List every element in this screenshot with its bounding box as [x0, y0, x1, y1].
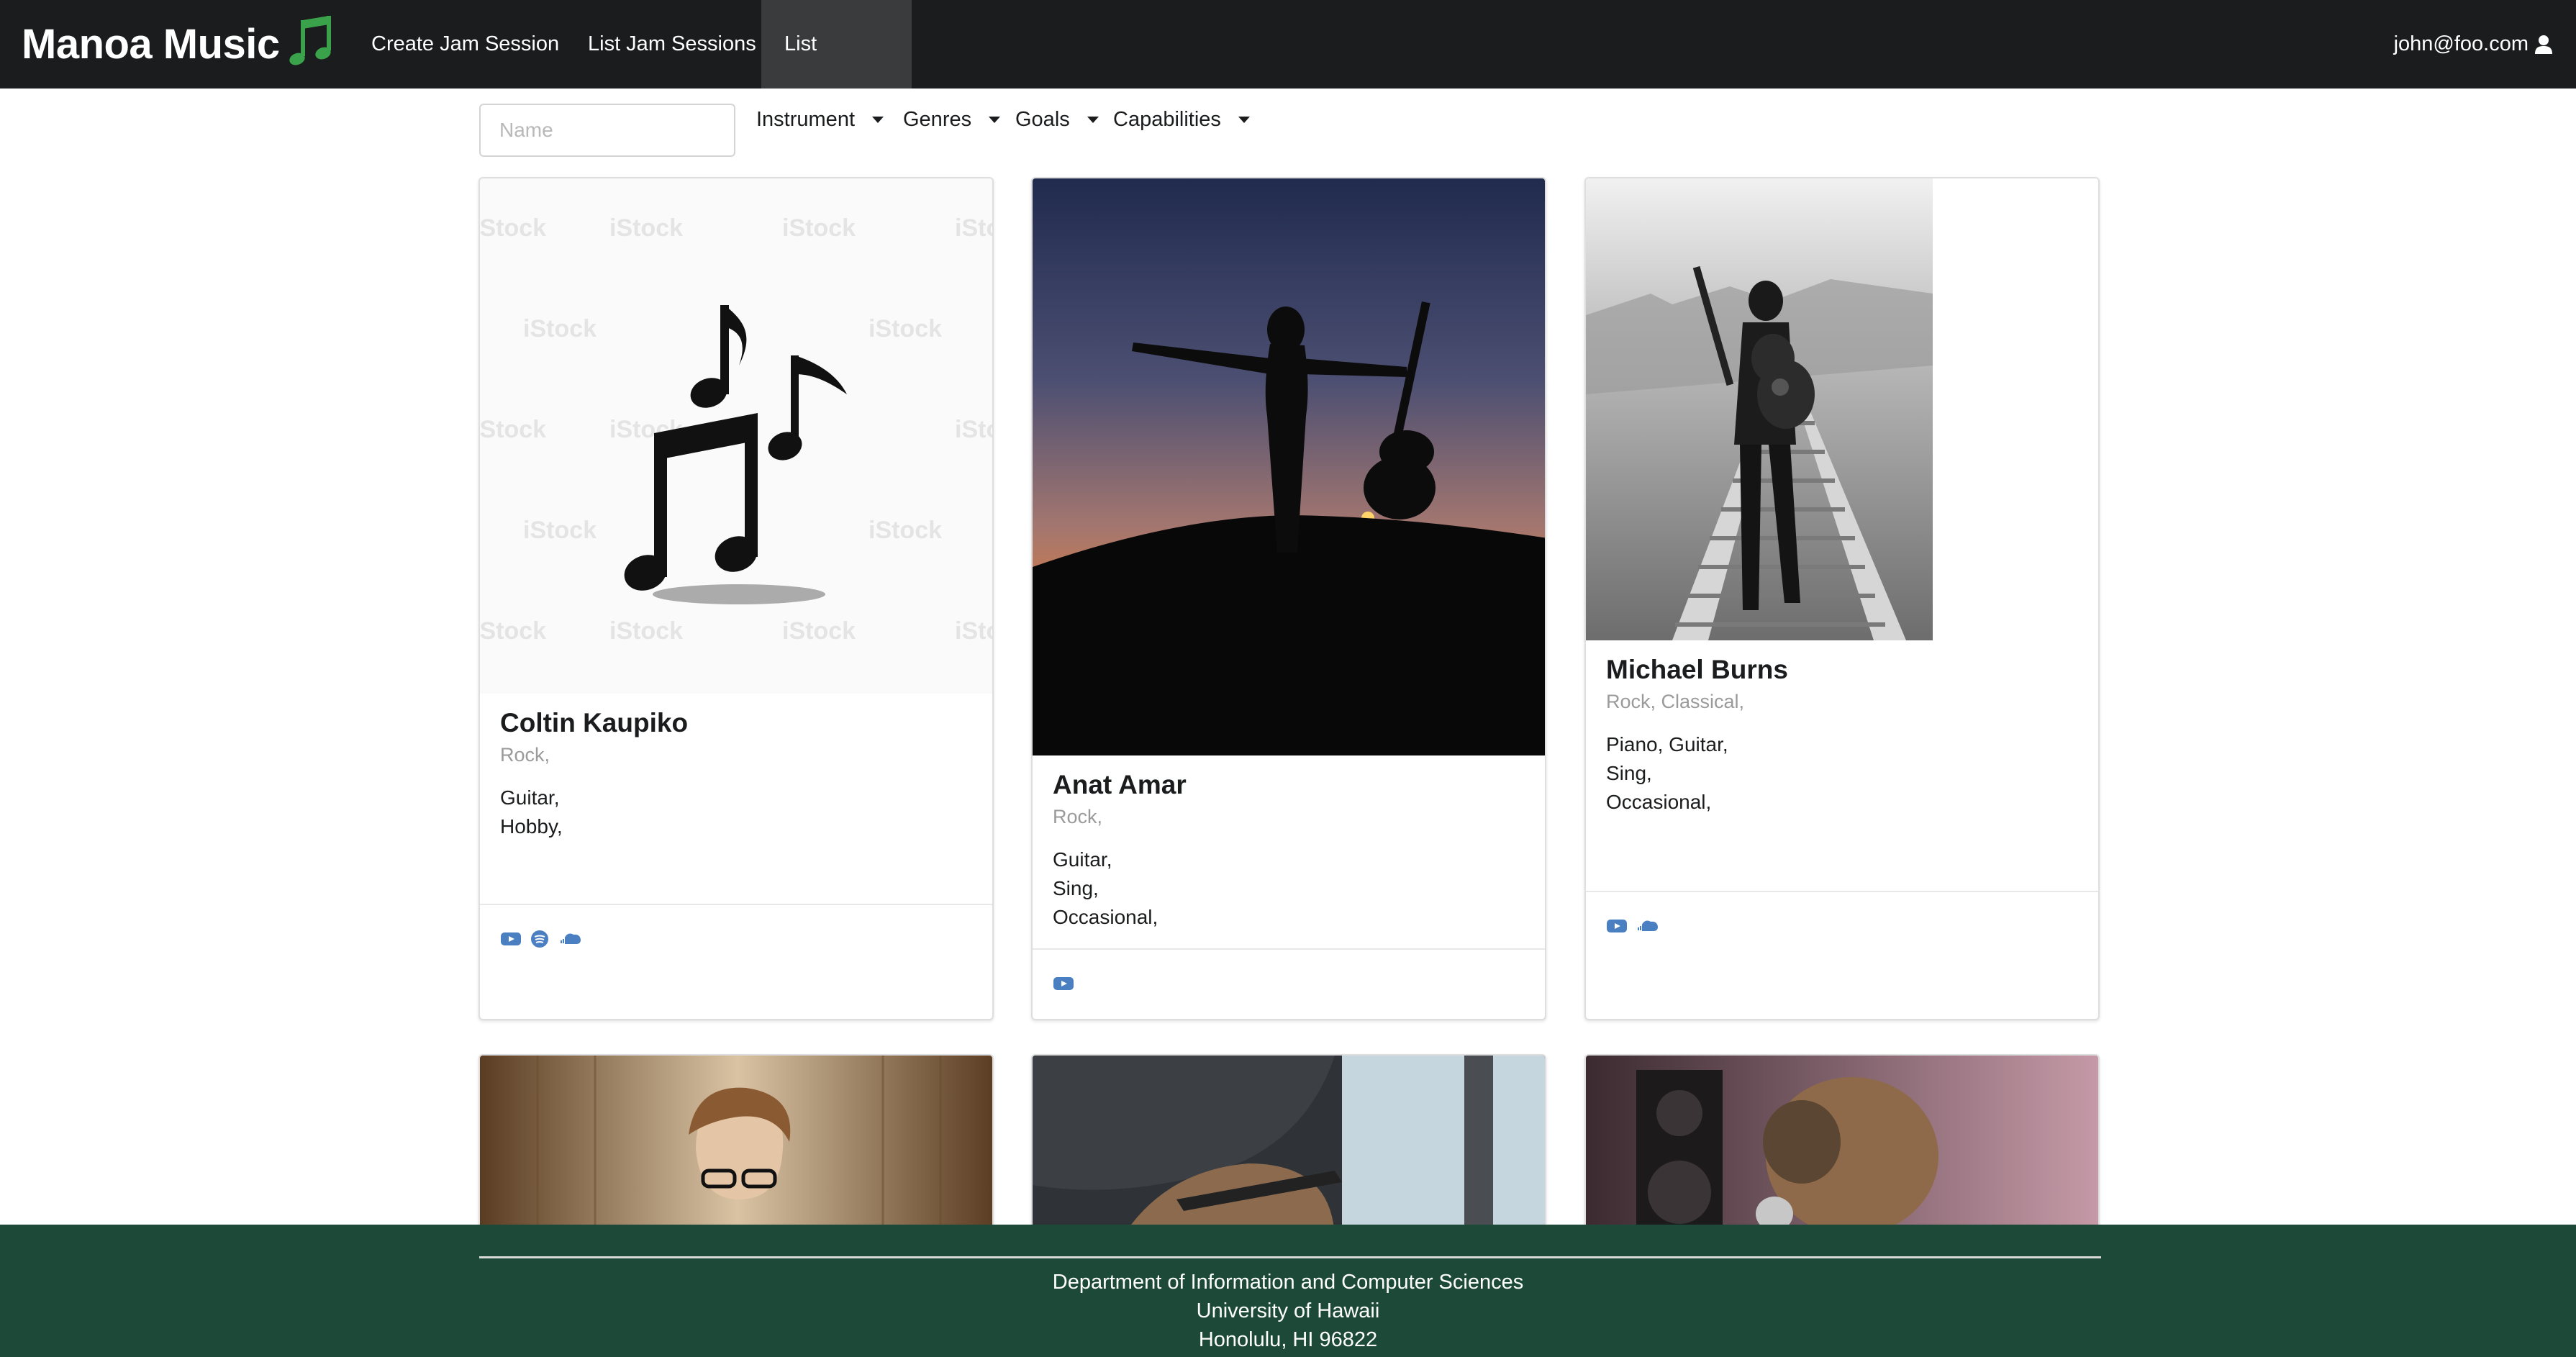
svg-text:iStock: iStock	[955, 416, 992, 443]
chevron-down-icon	[1087, 116, 1099, 123]
profile-links	[1033, 948, 1545, 1017]
footer-address: Honolulu, HI 96822	[1198, 1328, 1378, 1351]
profile-instruments: Piano, Guitar,	[1606, 733, 1728, 755]
railway-guitarist-image	[1586, 178, 2098, 640]
svg-text:iStock: iStock	[609, 214, 683, 242]
profile-instruments: Guitar,	[1053, 848, 1112, 871]
youtube-icon[interactable]	[1606, 917, 1628, 935]
profile-links	[480, 904, 992, 973]
profile-image	[480, 1056, 992, 1240]
user-email: john@foo.com	[2393, 32, 2529, 55]
profile-instruments: Guitar,	[500, 786, 560, 809]
svg-text:iStock: iStock	[955, 214, 992, 242]
soundcloud-icon[interactable]	[1635, 917, 1661, 935]
profile-goals: Occasional,	[1053, 906, 1158, 928]
svg-text:iStock: iStock	[869, 315, 942, 342]
profile-name: Anat Amar	[1053, 770, 1187, 799]
profile-goals: Occasional,	[1606, 791, 1712, 813]
profile-card[interactable]	[479, 1054, 994, 1241]
capabilities-dropdown[interactable]: Capabilities	[1113, 105, 1250, 134]
instrument-dropdown-label: Instrument	[756, 107, 855, 131]
profile-card[interactable]: Anat Amar Rock, Guitar, Sing, Occasional…	[1031, 177, 1546, 1020]
genres-dropdown[interactable]: Genres	[903, 105, 1001, 134]
profile-card[interactable]	[1031, 1054, 1546, 1241]
svg-text:iStock: iStock	[523, 315, 597, 342]
profile-genres: Rock,	[1053, 806, 1103, 827]
instrument-dropdown[interactable]: Instrument	[756, 105, 884, 134]
svg-text:iStock: iStock	[523, 517, 597, 544]
profile-image	[1033, 178, 1545, 755]
footer-university: University of Hawaii	[1196, 1299, 1380, 1322]
silhouette-guitar-image	[1033, 178, 1545, 755]
top-navbar: Manoa Music Create Jam Session List Jam …	[0, 0, 2576, 144]
nav-list-jam-sessions[interactable]: List Jam Sessions	[565, 0, 779, 88]
chevron-down-icon	[1238, 116, 1250, 123]
profile-card[interactable]: iStock iStock iStock iStock iStock iStock iS…	[479, 177, 994, 1020]
name-search-input[interactable]	[479, 104, 735, 157]
profile-card[interactable]	[1584, 1054, 2100, 1241]
user-menu[interactable]: john@foo.com	[2394, 0, 2553, 88]
brand-link[interactable]: Manoa Music	[22, 10, 337, 78]
site-footer: Department of Information and Computer S…	[0, 1225, 2576, 1357]
spotify-icon[interactable]	[529, 930, 550, 948]
soundcloud-icon[interactable]	[558, 930, 584, 948]
nav-create-jam-session[interactable]: Create Jam Session	[348, 0, 582, 88]
profile-genres: Rock, Classical,	[1606, 691, 1745, 712]
profile-image	[1033, 1056, 1545, 1240]
profile-capabilities: Sing,	[1053, 877, 1099, 899]
user-icon	[2535, 35, 2552, 54]
svg-text:iStock: iStock	[480, 617, 546, 645]
nav-list-profiles[interactable]: List Profiles	[761, 0, 912, 144]
profile-name: Michael Burns	[1606, 655, 1788, 684]
profile-image	[1586, 1056, 2098, 1240]
svg-text:iStock: iStock	[955, 617, 992, 645]
svg-text:iStock: iStock	[869, 517, 942, 544]
capabilities-dropdown-label: Capabilities	[1113, 107, 1221, 131]
chevron-down-icon	[872, 116, 884, 123]
genres-dropdown-label: Genres	[903, 107, 972, 131]
profile-goals: Hobby,	[500, 815, 563, 838]
music-note-icon	[289, 15, 331, 65]
profile-genres: Rock,	[500, 744, 550, 766]
svg-text:iStock: iStock	[609, 617, 683, 645]
goals-dropdown[interactable]: Goals	[1015, 105, 1099, 134]
svg-text:iStock: iStock	[480, 214, 546, 242]
chevron-down-icon	[989, 116, 1001, 123]
svg-text:iStock: iStock	[782, 214, 856, 242]
profile-name: Coltin Kaupiko	[500, 708, 689, 738]
brand-title: Manoa Music	[22, 21, 280, 68]
profile-links	[1586, 891, 2098, 960]
music-notes-image: iStock iStock iStock iStock iStock iStock iS…	[480, 214, 992, 645]
goals-dropdown-label: Goals	[1015, 107, 1070, 131]
svg-text:iStock: iStock	[480, 416, 546, 443]
footer-divider	[479, 1256, 2101, 1258]
profile-image: iStock iStock iStock iStock iStock iStock iS…	[480, 178, 992, 694]
svg-text:iStock: iStock	[782, 617, 856, 645]
youtube-icon[interactable]	[1053, 974, 1074, 993]
profile-card[interactable]: Michael Burns Rock, Classical, Piano, Gu…	[1584, 177, 2100, 1020]
youtube-icon[interactable]	[500, 930, 522, 948]
profile-capabilities: Sing,	[1606, 762, 1652, 784]
profile-image	[1586, 178, 2098, 640]
footer-department: Department of Information and Computer S…	[1052, 1271, 1524, 1294]
